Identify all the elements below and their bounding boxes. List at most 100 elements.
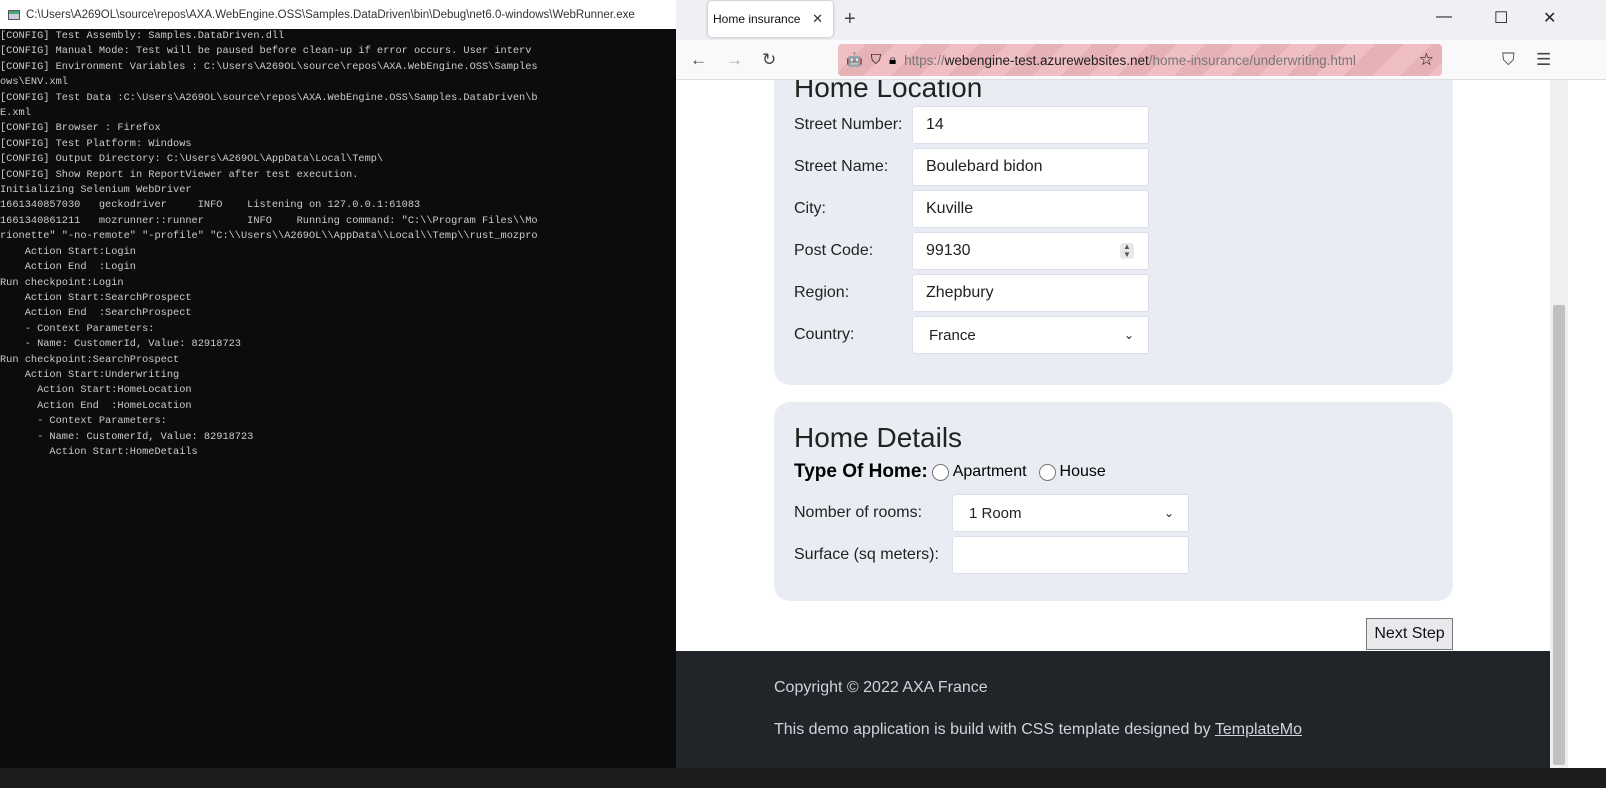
rooms-select[interactable]: 1 Room ⌄ xyxy=(952,494,1189,532)
home-details-title: Home Details xyxy=(794,422,963,453)
nav-toolbar: ← → ↻ 🤖 ⛉ 🔒︎ https://webengine-test.azur… xyxy=(676,40,1606,80)
type-of-home-group: Type Of Home: Apartment House xyxy=(794,457,1433,487)
url-path: /home-insurance/underwriting.html xyxy=(1148,52,1356,68)
url-scheme: https:// xyxy=(904,52,945,68)
form-row: Street Name: Boulebard bidon xyxy=(794,146,1433,188)
house-label: House xyxy=(1059,463,1106,480)
console-icon xyxy=(8,9,20,20)
field-value: 99130 xyxy=(926,242,971,259)
console-line: Action Start:SearchProspect xyxy=(0,291,192,304)
field-value: Boulebard bidon xyxy=(926,158,1043,175)
console-line: Run checkpoint:SearchProspect xyxy=(0,353,180,366)
console-line: Action Start:Login xyxy=(0,245,136,258)
console-line: [CONFIG] Output Directory: C:\Users\A269… xyxy=(0,153,384,166)
field-input[interactable]: 14 xyxy=(912,106,1149,144)
console-line: - Context Parameters: xyxy=(0,415,167,428)
radio-house[interactable] xyxy=(1038,463,1056,481)
url-bar[interactable]: 🤖 ⛉ 🔒︎ https://webengine-test.azurewebsi… xyxy=(838,44,1442,76)
console-title-bar: C:\Users\A269OL\source\repos\AXA.WebEngi… xyxy=(0,0,676,29)
console-line: Run checkpoint:Login xyxy=(0,276,124,289)
tab-home-insurance[interactable]: Home insurance ✕ xyxy=(708,1,833,37)
home-location-title: Home Location xyxy=(794,80,983,103)
form-row: Street Number: 14 xyxy=(794,104,1433,146)
console-line: [CONFIG] Test Platform: Windows xyxy=(0,137,192,150)
bookmark-star-icon[interactable]: ☆ xyxy=(1419,50,1434,70)
minimize-icon[interactable]: — xyxy=(1436,8,1452,26)
new-tab-icon[interactable]: + xyxy=(844,8,856,31)
field-value: France xyxy=(929,326,976,344)
field-value: Kuville xyxy=(926,200,974,217)
form-row: Country: France ⌄ xyxy=(794,314,1433,356)
back-icon[interactable]: ← xyxy=(690,50,707,70)
maximize-icon[interactable]: ☐ xyxy=(1494,8,1508,28)
field-input[interactable]: 99130 ▲ ▼ xyxy=(912,232,1149,270)
field-value: 14 xyxy=(926,116,944,133)
chevron-down-icon: ⌄ xyxy=(1123,328,1134,342)
chevron-down-icon: ⌄ xyxy=(1163,506,1174,520)
taskbar xyxy=(0,768,1606,788)
console-line: rionette" "-no-remote" "-profile" "C:\\U… xyxy=(0,230,538,243)
console-line: [CONFIG] Show Report in ReportViewer aft… xyxy=(0,168,359,181)
console-window: C:\Users\A269OL\source\repos\AXA.WebEngi… xyxy=(0,0,676,768)
rooms-value: 1 Room xyxy=(969,504,1022,522)
console-line: Action End :Login xyxy=(0,261,136,274)
tab-title: Home insurance xyxy=(713,12,801,26)
field-label: Country: xyxy=(794,326,855,343)
country-select[interactable]: France ⌄ xyxy=(912,316,1149,354)
console-line: Initializing Selenium WebDriver xyxy=(0,184,192,197)
console-line: [CONFIG] Test Assembly: Samples.DataDriv… xyxy=(0,30,285,42)
lock-icon[interactable]: 🔒︎ xyxy=(889,52,896,68)
surface-input[interactable] xyxy=(952,536,1189,574)
console-line: [CONFIG] Manual Mode: Test will be pause… xyxy=(0,45,532,58)
type-of-home-label: Type Of Home: xyxy=(794,461,928,482)
copyright-text: Copyright © 2022 AXA France xyxy=(774,679,988,696)
field-label: Street Number: xyxy=(794,116,903,133)
pocket-icon[interactable]: ⛉ xyxy=(1502,50,1515,70)
home-details-card: Home Details Type Of Home: Apartment Hou… xyxy=(774,402,1453,601)
close-tab-icon[interactable]: ✕ xyxy=(812,11,823,27)
forward-icon[interactable]: → xyxy=(726,50,743,70)
console-line: - Context Parameters: xyxy=(0,322,155,335)
close-window-icon[interactable]: ✕ xyxy=(1543,8,1556,28)
reload-icon[interactable]: ↻ xyxy=(762,50,776,70)
page-content: Home Location Street Number: 14 Street Nam… xyxy=(676,80,1551,768)
console-line: Action Start:Underwriting xyxy=(0,368,180,381)
radio-apartment[interactable] xyxy=(931,463,949,481)
templatemo-link[interactable]: TemplateMo xyxy=(1215,721,1302,738)
field-label: City: xyxy=(794,200,826,217)
credit-text: This demo application is build with CSS … xyxy=(774,721,1215,738)
console-line: Action Start:HomeLocation xyxy=(0,384,192,397)
home-location-card: Home Location Street Number: 14 Street Nam… xyxy=(774,80,1453,385)
page-scrollbar[interactable] xyxy=(1550,80,1568,768)
surface-label: Surface (sq meters): xyxy=(794,546,939,563)
console-line: 1661340861211 mozrunner::runner INFO Run… xyxy=(0,214,538,227)
console-output: [CONFIG] Test Assembly: Samples.DataDriv… xyxy=(0,29,676,460)
next-step-button[interactable]: Next Step xyxy=(1366,618,1453,650)
console-line: Action End :HomeLocation xyxy=(0,399,192,412)
console-line: - Name: CustomerId, Value: 82918723 xyxy=(0,338,241,351)
shield-icon[interactable]: ⛉ xyxy=(871,52,881,68)
field-label: Region: xyxy=(794,284,850,301)
robot-icon: 🤖 xyxy=(846,52,863,67)
field-input[interactable]: Boulebard bidon xyxy=(912,148,1149,186)
console-line: E.xml xyxy=(0,107,31,120)
form-row: Region: Zhepbury xyxy=(794,272,1433,314)
console-line: 1661340857030 geckodriver INFO Listening… xyxy=(0,199,421,212)
console-line: [CONFIG] Browser : Firefox xyxy=(0,122,161,135)
console-title: C:\Users\A269OL\source\repos\AXA.WebEngi… xyxy=(26,8,635,21)
console-line: [CONFIG] Environment Variables : C:\User… xyxy=(0,60,538,73)
field-input[interactable]: Zhepbury xyxy=(912,274,1149,312)
spinner-icon[interactable]: ▲ ▼ xyxy=(1120,243,1134,259)
apartment-label: Apartment xyxy=(952,463,1027,480)
footer: Copyright © 2022 AXA France This demo ap… xyxy=(676,651,1551,768)
scrollbar-thumb[interactable] xyxy=(1553,305,1565,765)
field-label: Post Code: xyxy=(794,242,874,259)
menu-icon[interactable]: ☰ xyxy=(1536,50,1551,70)
url-host: webengine-test.azurewebsites.net xyxy=(944,52,1149,68)
tab-bar: Home insurance ✕ + — ☐ ✕ xyxy=(676,0,1606,40)
field-label: Street Name: xyxy=(794,158,889,175)
field-input[interactable]: Kuville xyxy=(912,190,1149,228)
console-line: - Name: CustomerId, Value: 82918723 xyxy=(0,430,254,443)
console-line: [CONFIG] Test Data :C:\Users\A269OL\sour… xyxy=(0,91,538,104)
form-row: City: Kuville xyxy=(794,188,1433,230)
